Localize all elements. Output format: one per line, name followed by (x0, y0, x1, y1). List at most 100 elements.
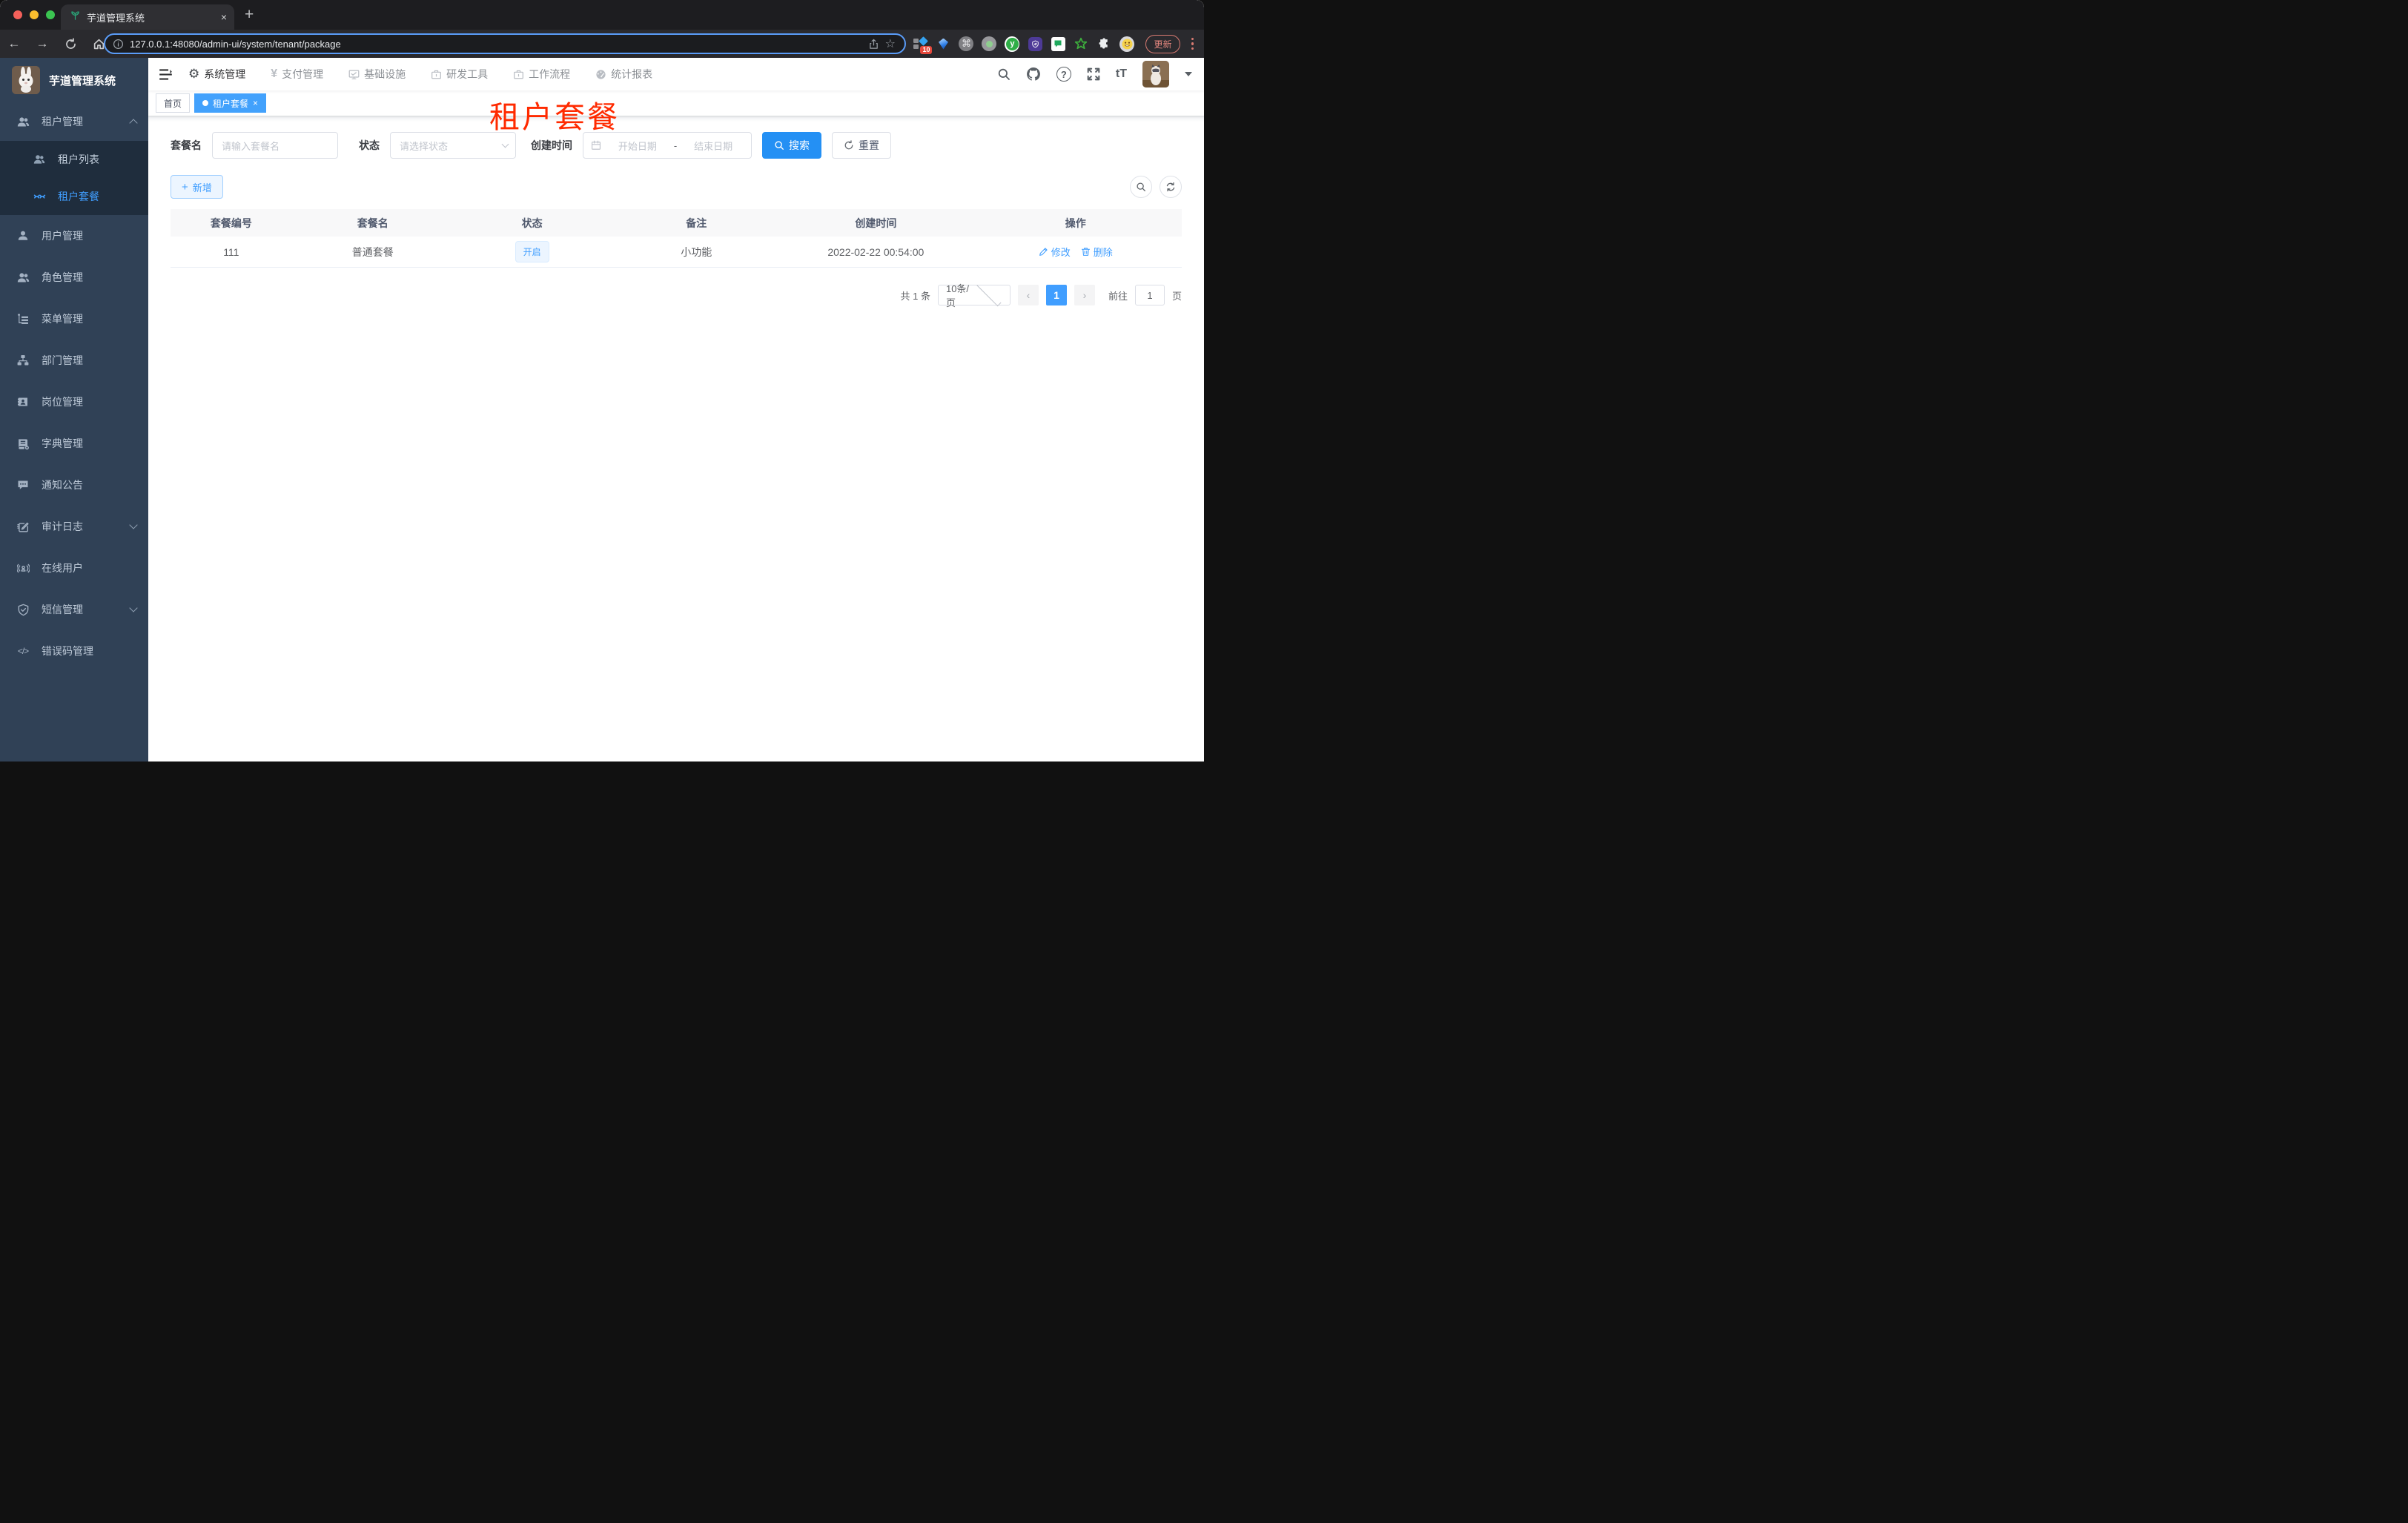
address-bar[interactable]: 127.0.0.1:48080/admin-ui/system/tenant/p… (104, 33, 906, 54)
gear-icon: ⚙ (188, 67, 200, 81)
browser-tab[interactable]: 芋道管理系统 × (61, 4, 234, 30)
sidebar-item-notice[interactable]: 通知公告 (0, 464, 148, 506)
extensions-puzzle-icon[interactable] (1096, 36, 1111, 51)
data-table: 套餐编号 套餐名 状态 备注 创建时间 操作 111 普通套餐 开启 小功能 2… (171, 209, 1182, 268)
sidebar-submenu: 租户列表 租户套餐 (0, 141, 148, 215)
chevron-up-icon (129, 119, 138, 128)
chat-extension-icon[interactable] (1051, 36, 1065, 51)
github-icon[interactable] (1026, 67, 1041, 82)
next-page-button[interactable]: › (1074, 285, 1095, 305)
badge-icon (16, 396, 30, 408)
date-separator: - (673, 139, 678, 151)
url-text[interactable]: 127.0.0.1:48080/admin-ui/system/tenant/p… (130, 39, 862, 50)
reload-button[interactable] (56, 37, 85, 50)
prev-page-button[interactable]: ‹ (1017, 285, 1039, 305)
sidebar-item-error-code[interactable]: </> 错误码管理 (0, 630, 148, 672)
refresh-table-button[interactable] (1160, 176, 1182, 198)
sidebar-item-post-mgmt[interactable]: 岗位管理 (0, 381, 148, 423)
share-icon[interactable] (868, 39, 879, 50)
delete-link[interactable]: 删除 (1081, 245, 1113, 259)
sidebar-group-tenant[interactable]: 租户管理 (0, 102, 148, 141)
sidebar-item-tenant-package[interactable]: 租户套餐 (0, 178, 148, 215)
edit-link[interactable]: 修改 (1039, 245, 1071, 259)
back-button[interactable]: ← (0, 36, 28, 51)
show-search-button[interactable] (1130, 176, 1152, 198)
forward-button[interactable]: → (28, 36, 56, 51)
site-info-icon[interactable] (113, 39, 124, 50)
plant-favicon-icon (70, 10, 81, 24)
chevron-down-icon (129, 521, 138, 529)
browser-window: 芋道管理系统 × + ← → 127.0.0.1:48080/admin-ui/… (0, 0, 1204, 762)
sidebar-item-audit-log[interactable]: 审计日志 (0, 506, 148, 547)
chat-bubble-icon (16, 479, 30, 491)
logo-row[interactable]: 芋道管理系统 (0, 58, 148, 102)
close-tag-icon[interactable]: × (253, 98, 258, 108)
close-tab-icon[interactable]: × (221, 11, 227, 23)
start-date-placeholder: 开始日期 (618, 140, 657, 152)
users-icon (16, 271, 30, 284)
header-search-icon[interactable] (997, 67, 1010, 81)
col-header: 套餐编号 (210, 217, 252, 229)
collapse-sidebar-icon[interactable] (148, 67, 182, 82)
top-menu-payment[interactable]: ¥ 支付管理 (271, 67, 323, 82)
status-label: 状态 (359, 139, 380, 151)
cell-package-name: 普通套餐 (351, 245, 394, 258)
sidebar-item-online-users[interactable]: 在线用户 (0, 547, 148, 589)
cell-created-time: 2022-02-22 00:54:00 (827, 245, 924, 258)
zoom-window-button[interactable] (46, 10, 55, 19)
header-actions: ? tT (997, 61, 1204, 87)
add-button[interactable]: + 新增 (171, 175, 223, 199)
sidebar-item-sms-mgmt[interactable]: 短信管理 (0, 589, 148, 630)
gem-extension-icon[interactable] (936, 36, 950, 51)
browser-menu-icon[interactable] (1191, 37, 1194, 50)
top-menu-devtools[interactable]: 研发工具 (431, 67, 488, 82)
sidebar-item-menu-mgmt[interactable]: 菜单管理 (0, 298, 148, 340)
page-size-select[interactable]: 10条/页 (937, 282, 1010, 308)
tag-home[interactable]: 首页 (156, 93, 191, 113)
profile-avatar-icon[interactable] (1119, 36, 1135, 52)
shield-extension-icon[interactable] (1028, 36, 1042, 51)
recorder-extension-icon[interactable] (982, 36, 997, 51)
shield-check-icon (16, 604, 30, 616)
update-button[interactable]: 更新 (1145, 34, 1180, 53)
code-icon: </> (17, 646, 29, 656)
fullscreen-icon[interactable] (1087, 67, 1100, 81)
search-button[interactable]: 搜索 (762, 132, 821, 159)
user-icon (16, 230, 30, 242)
app-title: 芋道管理系统 (49, 74, 116, 87)
avatar-caret-icon[interactable] (1185, 72, 1192, 76)
browser-tabstrip: 芋道管理系统 × + (0, 0, 1204, 30)
goto-label: 前往 (1108, 290, 1128, 302)
help-icon[interactable]: ? (1056, 67, 1071, 82)
sidebar-item-dict-mgmt[interactable]: 字典管理 (0, 423, 148, 464)
tab-manager-extension-icon[interactable]: 10 (913, 36, 933, 54)
minimize-window-button[interactable] (30, 10, 39, 19)
top-menu-report[interactable]: 统计报表 (595, 67, 652, 82)
pagination: 共 1 条 10条/页 ‹ 1 › 前往 1 页 (901, 282, 1182, 308)
sidebar-item-user-mgmt[interactable]: 用户管理 (0, 215, 148, 257)
cell-package-id: 111 (223, 245, 239, 258)
reset-button[interactable]: 重置 (832, 132, 891, 159)
tag-tenant-package[interactable]: 租户套餐 × (194, 93, 267, 113)
goto-page-input[interactable]: 1 (1134, 285, 1165, 305)
sidebar: 芋道管理系统 租户管理 租户列表 租户套餐 用户管理 角色管理 菜单管理 部门管… (0, 58, 148, 762)
gauge-icon (595, 69, 606, 80)
bookmark-star-icon[interactable]: ☆ (885, 36, 896, 51)
command-extension-icon[interactable]: ⌘ (959, 36, 974, 51)
top-menu-infra[interactable]: 基础设施 (348, 67, 406, 82)
star-extension-icon[interactable] (1074, 36, 1088, 51)
top-menu-workflow[interactable]: 工作流程 (513, 67, 570, 82)
sidebar-item-dept-mgmt[interactable]: 部门管理 (0, 340, 148, 381)
col-header: 操作 (1065, 217, 1086, 229)
font-size-icon[interactable]: tT (1116, 67, 1127, 81)
top-menu-system[interactable]: ⚙ 系统管理 (188, 67, 245, 82)
sidebar-item-tenant-list[interactable]: 租户列表 (0, 141, 148, 178)
page-1-button[interactable]: 1 (1045, 285, 1067, 305)
package-name-input[interactable]: 请输入套餐名 (212, 132, 338, 159)
sidebar-item-role-mgmt[interactable]: 角色管理 (0, 257, 148, 298)
green-y-extension-icon[interactable]: y (1005, 36, 1020, 52)
extension-badge: 10 (920, 46, 933, 54)
close-window-button[interactable] (13, 10, 22, 19)
new-tab-button[interactable]: + (245, 6, 254, 24)
user-avatar[interactable] (1142, 61, 1169, 87)
